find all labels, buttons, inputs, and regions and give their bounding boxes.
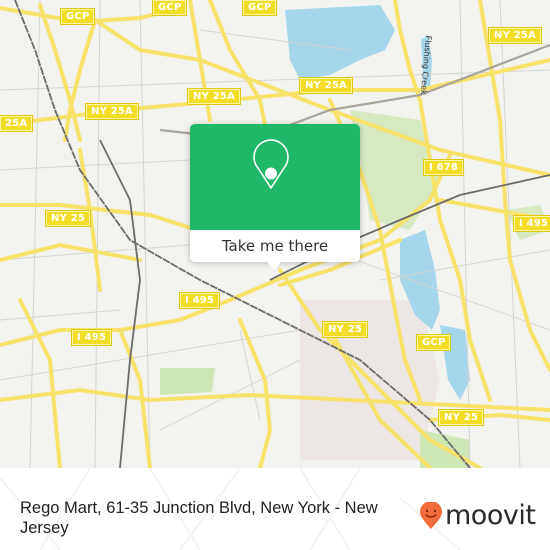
location-pin-icon: [253, 139, 289, 189]
route-shield-ny-25a: NY 25A: [488, 27, 542, 44]
location-popup[interactable]: Take me there: [190, 124, 360, 270]
moovit-logo[interactable]: moovit: [419, 500, 536, 531]
route-shield-gcp: GCP: [151, 0, 188, 16]
route-shield-ny-25a: 25A: [0, 115, 34, 132]
place-address: Rego Mart, 61-35 Junction Blvd, New York…: [20, 499, 378, 537]
route-shield-ny-25a: NY 25A: [85, 103, 139, 120]
route-shield-i-495: I 495: [70, 329, 113, 346]
route-shield-i-495: I 495: [512, 215, 550, 232]
water-meadow-lake: [285, 5, 395, 80]
park-area: [160, 368, 215, 395]
route-shield-gcp: GCP: [415, 334, 452, 351]
route-shield-i-678: I 678: [422, 159, 465, 176]
route-shield-ny-25a: NY 25A: [187, 88, 241, 105]
route-shield-ny-25: NY 25: [321, 321, 369, 338]
take-me-there-button[interactable]: Take me there: [190, 230, 360, 262]
route-shield-gcp: GCP: [59, 8, 96, 25]
route-shield-ny-25: NY 25: [44, 210, 92, 227]
route-shield-gcp: GCP: [241, 0, 278, 16]
route-shield-ny-25a: NY 25A: [299, 77, 353, 94]
route-shield-i-495: I 495: [178, 292, 221, 309]
popup-header[interactable]: [190, 124, 360, 230]
popup-pointer: [266, 261, 282, 270]
moovit-pin-icon: [420, 502, 442, 529]
moovit-wordmark: moovit: [445, 500, 536, 531]
route-shield-ny-25: NY 25: [437, 409, 485, 426]
